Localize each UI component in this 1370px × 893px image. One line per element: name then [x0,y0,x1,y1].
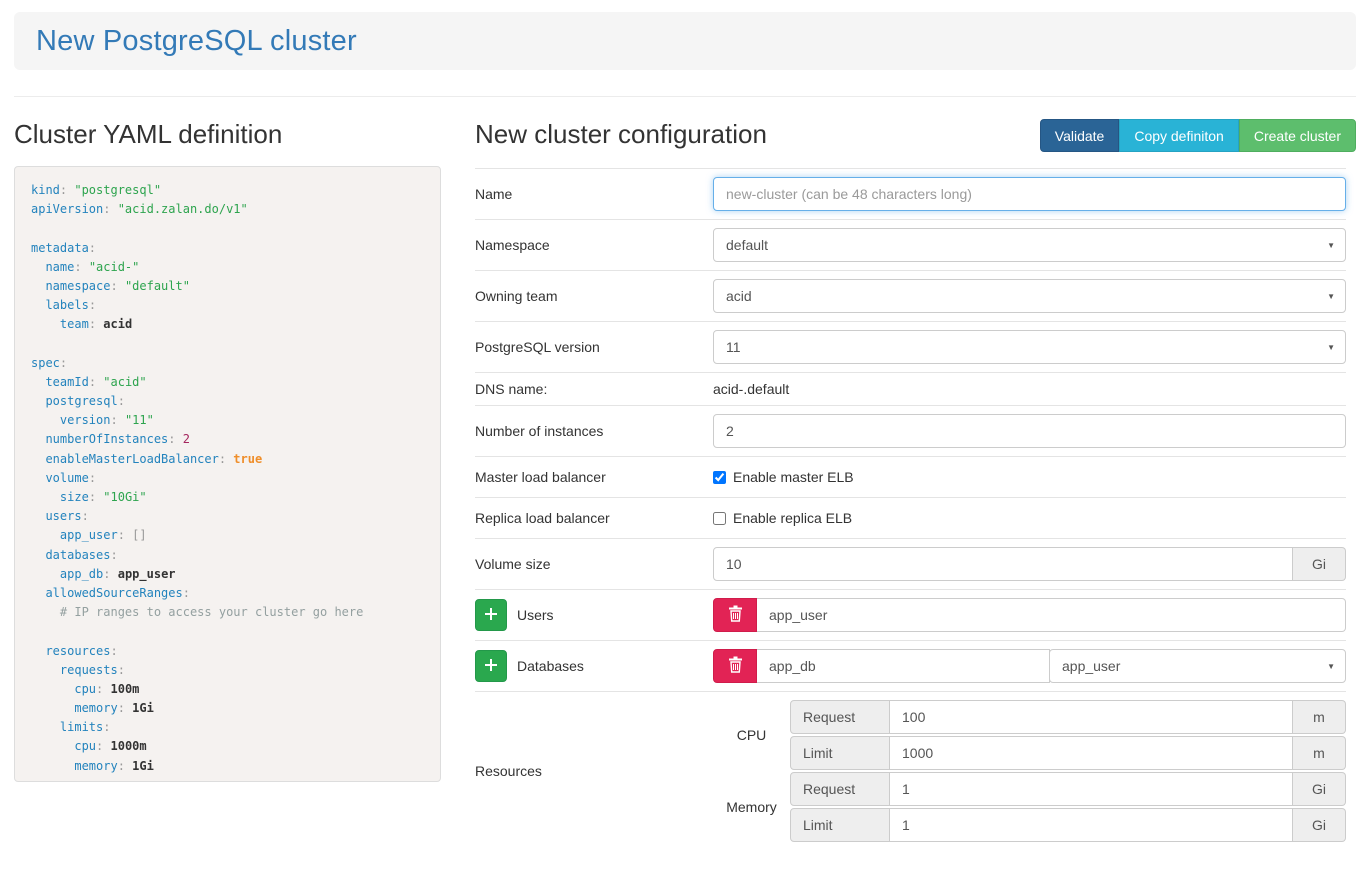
cpu-label: CPU [713,727,790,743]
resources-label: Resources [475,763,713,779]
cpu-request-unit: m [1293,700,1346,734]
form-row-users: Users [475,589,1346,640]
memory-request-input[interactable] [890,772,1293,806]
postgresql-version-selected-value: 11 [726,339,741,355]
cpu-limit-input[interactable] [890,736,1293,770]
plus-icon [484,658,498,675]
memory-request-prefix: Request [790,772,890,806]
volume-size-input[interactable] [713,547,1293,581]
page-title: New PostgreSQL cluster [36,25,357,58]
cpu-resources-block: CPU Request m Limit m [713,700,1346,770]
yaml-code: kind: "postgresql" apiVersion: "acid.zal… [14,166,441,782]
trash-icon [728,656,743,676]
cpu-request-row: Request m [790,700,1346,734]
add-database-button[interactable] [475,650,507,682]
chevron-down-icon: ▼ [1327,241,1335,250]
database-owner-select[interactable]: app_user ▼ [1049,649,1346,683]
cpu-request-prefix: Request [790,700,890,734]
form-row-replica-lb: Replica load balancer Enable replica ELB [475,497,1346,538]
instances-input[interactable] [713,414,1346,448]
user-name-input[interactable] [757,598,1346,632]
dns-name-label: DNS name: [475,381,713,397]
form-row-dns-name: DNS name: acid-.default [475,372,1346,405]
database-owner-selected-value: app_user [1062,658,1120,674]
namespace-label: Namespace [475,237,713,253]
page-header: New PostgreSQL cluster [14,12,1356,70]
master-lb-label: Master load balancer [475,469,713,485]
form-row-instances: Number of instances [475,405,1346,456]
replica-lb-label: Replica load balancer [475,510,713,526]
databases-label: Databases [517,658,584,674]
namespace-select[interactable]: default ▼ [713,228,1346,262]
form-row-resources: Resources CPU Request m [475,691,1346,850]
add-user-button[interactable] [475,599,507,631]
memory-limit-row: Limit Gi [790,808,1346,842]
postgresql-version-label: PostgreSQL version [475,339,713,355]
instances-label: Number of instances [475,423,713,439]
form-row-namespace: Namespace default ▼ [475,219,1346,270]
users-label: Users [517,607,554,623]
chevron-down-icon: ▼ [1327,662,1335,671]
replica-elb-checkbox[interactable] [713,512,726,525]
master-elb-checkbox-label: Enable master ELB [733,469,854,485]
cpu-request-input[interactable] [890,700,1293,734]
yaml-definition-panel: Cluster YAML definition kind: "postgresq… [14,113,441,782]
memory-limit-prefix: Limit [790,808,890,842]
config-section-heading: New cluster configuration [475,119,767,150]
database-name-input[interactable] [757,649,1050,683]
cpu-limit-prefix: Limit [790,736,890,770]
copy-definition-button[interactable]: Copy definiton [1119,119,1239,152]
memory-limit-unit: Gi [1293,808,1346,842]
form-row-name: Name [475,168,1346,219]
delete-user-button[interactable] [713,598,757,632]
chevron-down-icon: ▼ [1327,343,1335,352]
postgresql-version-select[interactable]: 11 ▼ [713,330,1346,364]
replica-elb-checkbox-label: Enable replica ELB [733,510,852,526]
dns-name-value: acid-.default [713,381,789,397]
form-row-postgresql-version: PostgreSQL version 11 ▼ [475,321,1346,372]
yaml-section-heading: Cluster YAML definition [14,119,441,150]
form-row-databases: Databases [475,640,1346,691]
cpu-limit-unit: m [1293,736,1346,770]
master-elb-checkbox[interactable] [713,471,726,484]
chevron-down-icon: ▼ [1327,292,1335,301]
validate-button[interactable]: Validate [1040,119,1120,152]
cluster-config-form: Name Namespace default ▼ [475,168,1356,850]
action-button-group: Validate Copy definiton Create cluster [1040,119,1356,152]
form-row-owning-team: Owning team acid ▼ [475,270,1346,321]
delete-database-button[interactable] [713,649,757,683]
name-label: Name [475,186,713,202]
form-row-master-lb: Master load balancer Enable master ELB [475,456,1346,497]
memory-request-unit: Gi [1293,772,1346,806]
memory-limit-input[interactable] [890,808,1293,842]
page: New PostgreSQL cluster Cluster YAML defi… [0,12,1370,850]
memory-label: Memory [713,799,790,815]
header-divider [14,96,1356,97]
cluster-name-input[interactable] [713,177,1346,211]
plus-icon [484,607,498,624]
memory-request-row: Request Gi [790,772,1346,806]
namespace-selected-value: default [726,237,768,253]
cpu-limit-row: Limit m [790,736,1346,770]
create-cluster-button[interactable]: Create cluster [1239,119,1356,152]
trash-icon [728,605,743,625]
cluster-config-panel: New cluster configuration Validate Copy … [475,113,1356,850]
memory-resources-block: Memory Request Gi Limit [713,772,1346,842]
owning-team-selected-value: acid [726,288,752,304]
owning-team-select[interactable]: acid ▼ [713,279,1346,313]
form-row-volume-size: Volume size Gi [475,538,1346,589]
owning-team-label: Owning team [475,288,713,304]
volume-unit-addon: Gi [1293,547,1346,581]
volume-size-label: Volume size [475,556,713,572]
